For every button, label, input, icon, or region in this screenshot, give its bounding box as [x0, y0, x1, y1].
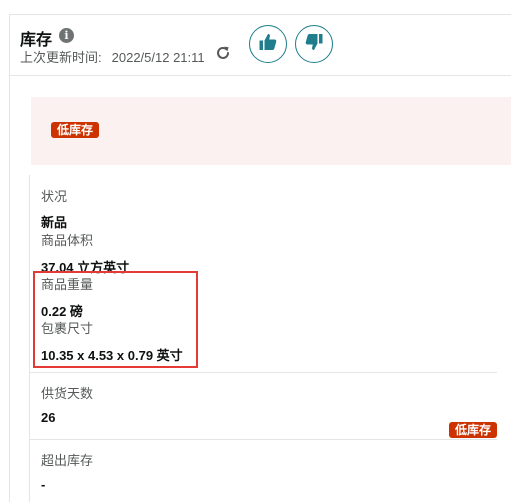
inventory-details: 状况 新品 商品体积 37.04 立方英寸 商品重量 0.22 磅 包裹尺寸 1… — [29, 175, 497, 502]
low-stock-badge: 低库存 — [51, 122, 100, 138]
supply-days-label: 供货天数 — [41, 386, 94, 401]
low-stock-alert: 低库存 — [31, 97, 511, 165]
last-updated-time: 2022/5/12 21:11 — [111, 50, 205, 65]
condition-label: 状况 — [41, 189, 68, 204]
info-icon[interactable]: i — [59, 28, 74, 43]
excess-value: - — [41, 477, 46, 492]
condition-value: 新品 — [41, 215, 68, 230]
volume-label: 商品体积 — [41, 233, 94, 248]
thumbs-up-button[interactable] — [249, 25, 287, 63]
last-updated: 上次更新时间: 2022/5/12 21:11 — [20, 47, 205, 66]
row-divider — [30, 372, 497, 373]
excess-label: 超出库存 — [41, 453, 94, 468]
supply-days-value: 26 — [41, 410, 56, 425]
highlight-box — [33, 271, 198, 368]
inventory-panel: 库存 i 上次更新时间: 2022/5/12 21:11 低库存 状况 新品 商… — [9, 14, 511, 502]
header-divider — [10, 75, 511, 76]
thumbs-up-icon — [258, 32, 278, 57]
thumbs-down-icon — [304, 32, 324, 57]
refresh-icon[interactable] — [215, 45, 231, 61]
last-updated-label: 上次更新时间: — [20, 50, 102, 65]
supply-low-stock-badge: 低库存 — [448, 422, 497, 438]
thumbs-down-button[interactable] — [295, 25, 333, 63]
row-divider — [30, 439, 497, 440]
